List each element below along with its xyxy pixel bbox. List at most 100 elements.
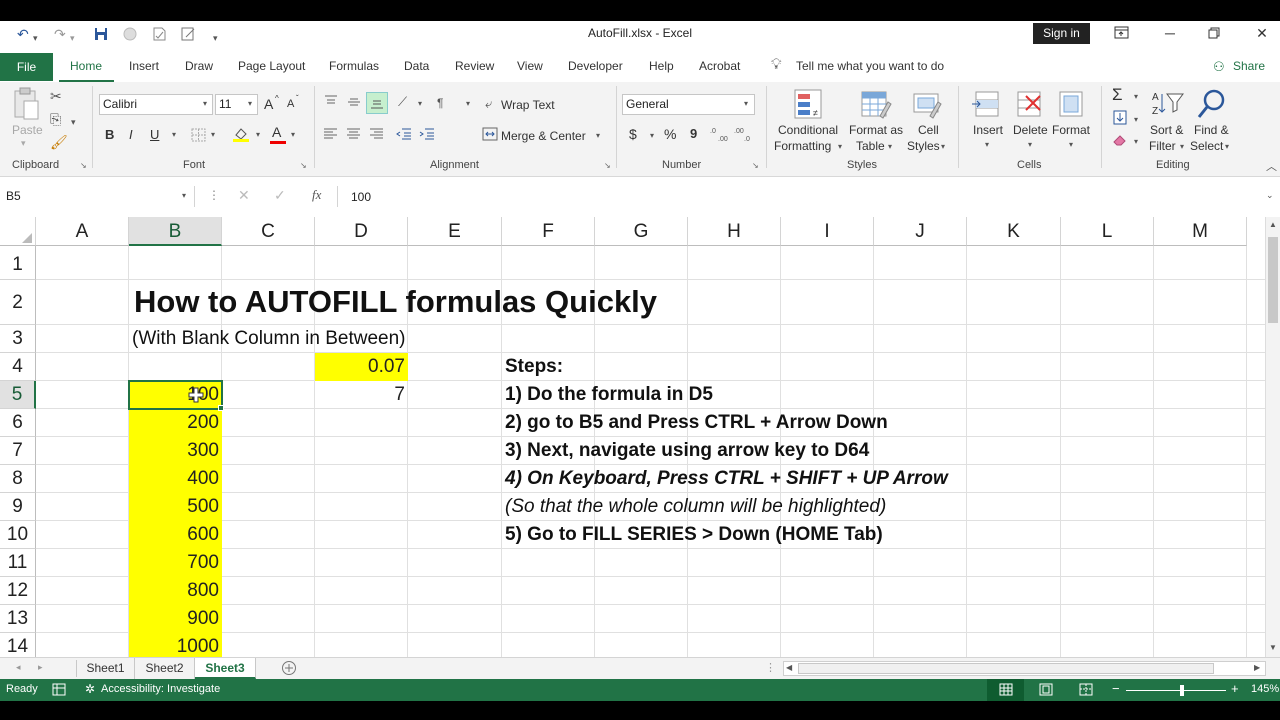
comma-button[interactable]: 9 bbox=[690, 126, 697, 141]
conditional-dropdown-icon[interactable]: ▾ bbox=[838, 142, 842, 151]
merge-dropdown-icon[interactable]: ▾ bbox=[596, 131, 600, 140]
copy-dropdown-icon[interactable]: ▾ bbox=[71, 114, 76, 130]
sheet-tab-sheet3[interactable]: Sheet3 bbox=[195, 658, 256, 679]
collapse-ribbon-icon[interactable]: ︿ bbox=[1266, 158, 1277, 174]
sign-in-button[interactable]: Sign in bbox=[1033, 23, 1090, 44]
paragraph-direction-icon[interactable]: ¶ bbox=[437, 95, 443, 111]
row-header-2[interactable]: 2 bbox=[0, 280, 36, 325]
page-break-view-icon[interactable] bbox=[1079, 683, 1093, 696]
column-header-A[interactable]: A bbox=[36, 217, 129, 246]
row-header-1[interactable]: 1 bbox=[0, 246, 36, 280]
tab-data[interactable]: Data bbox=[404, 59, 429, 73]
number-format-box[interactable]: General bbox=[622, 94, 755, 115]
conditional-formatting-label[interactable]: Formatting bbox=[774, 139, 831, 153]
macro-record-icon[interactable] bbox=[52, 683, 66, 696]
tab-help[interactable]: Help bbox=[649, 59, 674, 73]
cell-B2[interactable]: How to AUTOFILL formulas Quickly bbox=[134, 280, 657, 324]
orientation-dropdown-icon[interactable]: ▾ bbox=[418, 99, 422, 108]
conditional-formatting-icon[interactable]: ≠ bbox=[793, 88, 825, 122]
cell-B12[interactable]: 800 bbox=[129, 577, 222, 605]
scroll-left-icon[interactable]: ◀ bbox=[786, 663, 792, 672]
paste-dropdown-icon[interactable]: ▾ bbox=[21, 138, 26, 149]
column-header-H[interactable]: H bbox=[688, 217, 781, 246]
worksheet-grid[interactable]: ABCDEFGHIJKLM 1 2 3 4 5 6 7 8 9 10 11 12 13 14 How to… bbox=[0, 217, 1265, 657]
cell-styles-button[interactable]: Cell bbox=[918, 123, 939, 137]
clear-dropdown-icon[interactable]: ▾ bbox=[1134, 137, 1138, 146]
page-layout-view-icon[interactable] bbox=[1039, 683, 1053, 696]
increase-indent-icon[interactable] bbox=[419, 127, 435, 141]
column-header-G[interactable]: G bbox=[595, 217, 688, 246]
tab-insert[interactable]: Insert bbox=[129, 59, 159, 73]
borders-icon[interactable] bbox=[191, 128, 207, 142]
row-header-4[interactable]: 4 bbox=[0, 353, 36, 381]
find-select-dropdown-icon[interactable]: ▾ bbox=[1225, 142, 1229, 151]
name-box-dropdown-icon[interactable]: ▾ bbox=[182, 191, 186, 200]
clear-icon[interactable] bbox=[1112, 133, 1128, 147]
row-header-5[interactable]: 5 bbox=[0, 381, 36, 409]
tell-me-search[interactable]: Tell me what you want to do bbox=[796, 59, 944, 73]
zoom-level[interactable]: 145% bbox=[1251, 683, 1279, 695]
close-icon[interactable]: ✕ bbox=[1252, 23, 1272, 43]
row-header-11[interactable]: 11 bbox=[0, 549, 36, 577]
font-launcher-icon[interactable]: ↘ bbox=[300, 161, 307, 170]
find-select-button[interactable]: Find & bbox=[1194, 123, 1229, 137]
row-header-8[interactable]: 8 bbox=[0, 465, 36, 493]
borders-dropdown-icon[interactable]: ▾ bbox=[211, 130, 215, 139]
grow-font-button[interactable]: A bbox=[264, 96, 273, 112]
tab-draw[interactable]: Draw bbox=[185, 59, 213, 73]
column-header-B[interactable]: B bbox=[129, 217, 222, 246]
cell-D4[interactable]: 0.07 bbox=[315, 353, 408, 381]
cell-F6[interactable]: 2) go to B5 and Press CTRL + Arrow Down bbox=[505, 409, 888, 437]
cell-B9[interactable]: 500 bbox=[129, 493, 222, 521]
cell-styles-dropdown-icon[interactable]: ▾ bbox=[941, 142, 945, 151]
underline-button[interactable]: U bbox=[150, 127, 159, 142]
cut-icon[interactable]: ✂ bbox=[50, 88, 62, 104]
format-cells-icon[interactable] bbox=[1056, 88, 1088, 122]
font-name-box[interactable]: Calibri bbox=[99, 94, 213, 115]
find-select-icon[interactable] bbox=[1196, 88, 1228, 122]
cell-B3[interactable]: (With Blank Column in Between) bbox=[132, 325, 406, 353]
restore-icon[interactable] bbox=[1208, 27, 1221, 40]
merge-center-icon[interactable] bbox=[482, 127, 498, 141]
merge-center-button[interactable]: Merge & Center bbox=[501, 129, 586, 143]
column-header-C[interactable]: C bbox=[222, 217, 315, 246]
sort-filter-dropdown-icon[interactable]: ▾ bbox=[1180, 142, 1184, 151]
wrap-text-icon[interactable]: ⤶ bbox=[485, 96, 492, 112]
insert-cells-button[interactable]: Insert bbox=[973, 123, 1003, 137]
format-cells-dropdown-icon[interactable]: ▾ bbox=[1069, 140, 1073, 149]
sort-filter-label[interactable]: Filter bbox=[1149, 139, 1176, 153]
column-header-D[interactable]: D bbox=[315, 217, 408, 246]
paragraph-dropdown-icon[interactable]: ▾ bbox=[466, 99, 470, 108]
row-header-7[interactable]: 7 bbox=[0, 437, 36, 465]
ribbon-display-options-icon[interactable] bbox=[1114, 26, 1130, 40]
delete-cells-icon[interactable] bbox=[1014, 88, 1046, 122]
cell-B13[interactable]: 900 bbox=[129, 605, 222, 633]
row-header-3[interactable]: 3 bbox=[0, 325, 36, 353]
format-as-table-label[interactable]: Table bbox=[856, 139, 885, 153]
autosum-dropdown-icon[interactable]: ▾ bbox=[1134, 92, 1138, 101]
tab-review[interactable]: Review bbox=[455, 59, 494, 73]
column-header-I[interactable]: I bbox=[781, 217, 874, 246]
orientation-icon[interactable]: ⟋ bbox=[398, 94, 407, 110]
formula-input[interactable]: 100 bbox=[351, 190, 371, 204]
cell-B14[interactable]: 1000 bbox=[129, 633, 222, 657]
column-header-K[interactable]: K bbox=[967, 217, 1061, 246]
delete-cells-button[interactable]: Delete bbox=[1013, 123, 1048, 137]
fill-handle[interactable] bbox=[218, 405, 224, 411]
sheet-prev-icon[interactable]: ◂ bbox=[16, 662, 21, 673]
row-header-10[interactable]: 10 bbox=[0, 521, 36, 549]
column-header-M[interactable]: M bbox=[1154, 217, 1247, 246]
cell-B11[interactable]: 700 bbox=[129, 549, 222, 577]
cell-F10[interactable]: 5) Go to FILL SERIES > Down (HOME Tab) bbox=[505, 521, 883, 549]
column-header-J[interactable]: J bbox=[874, 217, 967, 246]
tab-developer[interactable]: Developer bbox=[568, 59, 623, 73]
name-box[interactable]: B5 bbox=[0, 186, 195, 207]
format-as-table-icon[interactable] bbox=[860, 88, 892, 122]
currency-button[interactable]: $ bbox=[629, 126, 637, 142]
column-header-E[interactable]: E bbox=[408, 217, 502, 246]
tab-view[interactable]: View bbox=[517, 59, 543, 73]
font-name-dropdown-icon[interactable]: ▾ bbox=[203, 99, 207, 108]
sheet-tab-sheet1[interactable]: Sheet1 bbox=[77, 658, 135, 679]
currency-dropdown-icon[interactable]: ▾ bbox=[650, 131, 654, 140]
number-launcher-icon[interactable]: ↘ bbox=[752, 161, 759, 170]
